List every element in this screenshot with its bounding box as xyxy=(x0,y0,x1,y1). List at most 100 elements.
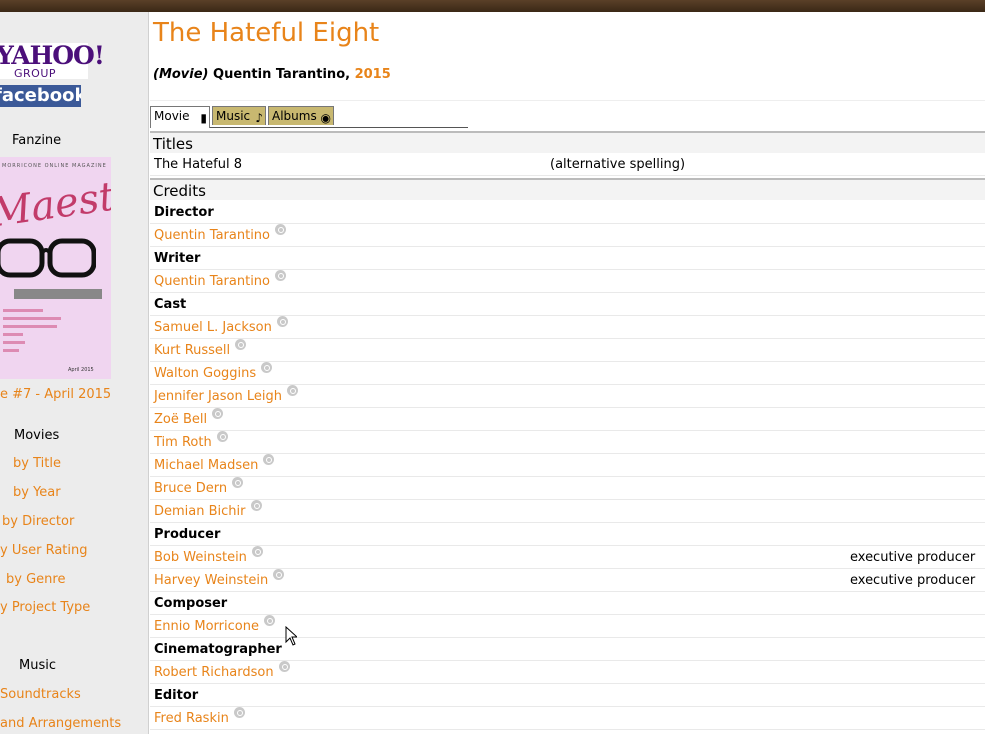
credit-role-label: Cinematographer xyxy=(154,642,282,657)
credit-person-cell: Jennifer Jason Leigh xyxy=(154,385,298,408)
credit-person-link[interactable]: Fred Raskin xyxy=(154,711,229,726)
tab-bar: Movie ▮ Music ♪ Albums ◉ xyxy=(150,106,468,128)
credit-person-link[interactable]: Ennio Morricone xyxy=(154,619,259,634)
credit-role-heading: Cinematographer xyxy=(150,639,985,661)
yahoo-logo-subtext: GROUP xyxy=(14,67,57,80)
credit-person-row: Bob Weinstein executive producer xyxy=(150,546,985,569)
search-icon[interactable] xyxy=(261,362,273,373)
subtitle-year[interactable]: 2015 xyxy=(355,67,391,82)
search-icon[interactable] xyxy=(232,477,244,488)
credit-person-link[interactable]: Bob Weinstein xyxy=(154,550,247,565)
credit-person-row: Robert Richardson xyxy=(150,661,985,684)
credit-role-label: Cast xyxy=(154,297,187,312)
movies-by-director-link[interactable]: by Director xyxy=(2,514,74,529)
soundtracks-link[interactable]: Soundtracks xyxy=(0,687,81,702)
sidebar: YAHOO! GROUP facebook Fanzine MORRICONE … xyxy=(0,12,149,734)
credit-person-link[interactable]: Zoë Bell xyxy=(154,412,207,427)
credit-person-row: Fred Raskin xyxy=(150,707,985,730)
credit-person-cell: Robert Richardson xyxy=(154,661,290,684)
credit-role-heading: Editor xyxy=(150,685,985,707)
main-content: The Hateful Eight (Movie) Quentin Tarant… xyxy=(150,12,985,734)
search-icon[interactable] xyxy=(233,707,245,718)
search-icon[interactable] xyxy=(263,615,275,626)
search-icon[interactable] xyxy=(287,385,298,396)
movies-by-genre-link[interactable]: by Genre xyxy=(6,572,65,587)
search-icon[interactable] xyxy=(275,270,286,281)
fanzine-heading: Fanzine xyxy=(12,133,62,148)
search-icon[interactable] xyxy=(278,661,290,672)
page-subtitle: (Movie) Quentin Tarantino, 2015 xyxy=(153,67,391,82)
disc-icon: ◉ xyxy=(320,111,331,125)
cover-title: Maestro xyxy=(0,167,111,237)
music-heading: Music xyxy=(19,658,56,673)
credit-person-cell: Quentin Tarantino xyxy=(154,270,286,293)
arrangements-link[interactable]: and Arrangements xyxy=(0,716,121,731)
credit-person-row: Quentin Tarantino xyxy=(150,224,985,247)
subtitle-type: (Movie) xyxy=(153,67,209,82)
tab-movie[interactable]: Movie ▮ xyxy=(150,106,210,128)
subtitle-director[interactable]: Quentin Tarantino, xyxy=(213,67,350,82)
yahoo-logo-text: YAHOO! xyxy=(0,41,105,70)
credit-person-link[interactable]: Michael Madsen xyxy=(154,458,258,473)
yahoo-group-logo[interactable]: YAHOO! GROUP xyxy=(0,43,105,80)
movies-by-year-link[interactable]: by Year xyxy=(13,485,61,500)
movies-by-user-rating-link[interactable]: y User Rating xyxy=(0,543,88,558)
movies-by-title-link[interactable]: by Title xyxy=(13,456,61,471)
mouse-cursor-icon xyxy=(285,626,297,646)
credit-person-cell: Ennio Morricone xyxy=(154,615,275,638)
credit-person-link[interactable]: Quentin Tarantino xyxy=(154,274,270,289)
credit-person-link[interactable]: Samuel L. Jackson xyxy=(154,320,272,335)
credit-person-cell: Quentin Tarantino xyxy=(154,224,286,247)
credit-person-cell: Walton Goggins xyxy=(154,362,273,385)
credit-person-cell: Tim Roth xyxy=(154,431,228,454)
search-icon[interactable] xyxy=(235,339,247,350)
credit-person-cell: Bob Weinstein xyxy=(154,546,263,569)
film-icon: ▮ xyxy=(200,111,207,125)
credit-person-link[interactable]: Harvey Weinstein xyxy=(154,573,268,588)
alt-title-row: The Hateful 8 (alternative spelling) xyxy=(150,154,985,176)
credit-role-heading: Producer xyxy=(150,524,985,546)
search-icon[interactable] xyxy=(216,431,228,442)
tab-albums-label: Albums xyxy=(272,109,317,123)
credit-person-link[interactable]: Walton Goggins xyxy=(154,366,256,381)
credit-person-row: Quentin Tarantino xyxy=(150,270,985,293)
credit-role-heading: Director xyxy=(150,202,985,224)
credit-person-link[interactable]: Tim Roth xyxy=(154,435,212,450)
search-icon[interactable] xyxy=(250,500,262,511)
tab-music[interactable]: Music ♪ xyxy=(212,106,266,125)
credit-person-cell: Zoë Bell xyxy=(154,408,224,431)
credit-role-label: Composer xyxy=(154,596,228,611)
credit-person-row: Tim Roth xyxy=(150,431,985,454)
cover-contents-lines xyxy=(3,309,63,357)
search-icon[interactable] xyxy=(212,408,224,419)
tab-music-label: Music xyxy=(216,109,251,123)
search-icon[interactable] xyxy=(273,569,285,580)
page-title: The Hateful Eight xyxy=(153,18,380,48)
search-icon[interactable] xyxy=(251,546,263,557)
credit-person-link[interactable]: Jennifer Jason Leigh xyxy=(154,389,282,404)
issue-link[interactable]: e #7 - April 2015 xyxy=(0,387,111,402)
credit-person-row: Zoë Bell xyxy=(150,408,985,431)
search-icon[interactable] xyxy=(276,316,288,327)
credit-role-label: Director xyxy=(154,205,214,220)
credit-person-link[interactable]: Robert Richardson xyxy=(154,665,274,680)
alt-title: The Hateful 8 xyxy=(154,157,242,172)
credit-person-link[interactable]: Quentin Tarantino xyxy=(154,228,270,243)
credits-heading: Credits xyxy=(150,178,985,200)
search-icon[interactable] xyxy=(275,224,286,235)
fanzine-cover-image[interactable]: MORRICONE ONLINE MAGAZINE Maestro April … xyxy=(0,157,111,379)
tab-albums[interactable]: Albums ◉ xyxy=(268,106,334,125)
movies-by-project-type-link[interactable]: y Project Type xyxy=(0,600,90,615)
search-icon[interactable] xyxy=(263,454,275,465)
credit-person-cell: Demian Bichir xyxy=(154,500,262,523)
credit-person-link[interactable]: Kurt Russell xyxy=(154,343,230,358)
glasses-illustration xyxy=(0,238,96,278)
music-note-icon: ♪ xyxy=(255,111,263,125)
credit-person-link[interactable]: Bruce Dern xyxy=(154,481,227,496)
credit-person-row: Ennio Morricone xyxy=(150,615,985,638)
credit-person-link[interactable]: Demian Bichir xyxy=(154,504,246,519)
facebook-logo[interactable]: facebook xyxy=(0,85,81,107)
alt-title-note: (alternative spelling) xyxy=(550,157,686,172)
credit-person-cell: Kurt Russell xyxy=(154,339,247,362)
credit-person-row: Walton Goggins xyxy=(150,362,985,385)
